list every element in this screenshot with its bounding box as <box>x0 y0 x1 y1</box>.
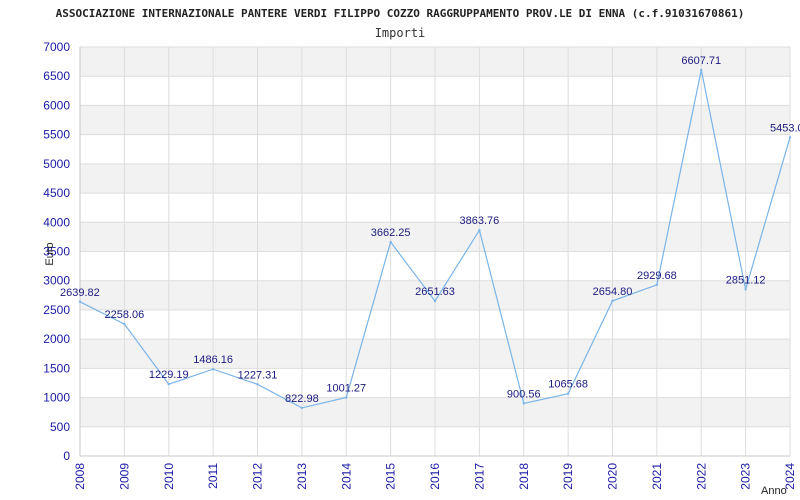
x-tick-label: 2023 <box>739 463 753 490</box>
data-label: 1065.68 <box>548 379 588 391</box>
x-tick-label: 2017 <box>472 463 486 490</box>
chart-title: ASSOCIAZIONE INTERNAZIONALE PANTERE VERD… <box>56 7 745 20</box>
y-tick-label: 4000 <box>43 215 70 229</box>
data-label: 1486.16 <box>193 354 233 366</box>
data-label: 2651.63 <box>415 286 455 298</box>
y-tick-label: 2500 <box>43 303 70 317</box>
data-point <box>211 367 215 371</box>
x-tick-label: 2014 <box>339 463 353 490</box>
data-point <box>566 392 570 395</box>
y-tick-label: 1000 <box>43 391 70 405</box>
data-label: 900.56 <box>507 388 541 400</box>
y-tick-label: 5500 <box>43 128 70 142</box>
data-label: 1001.27 <box>326 382 366 394</box>
data-point <box>744 288 747 291</box>
data-point <box>389 240 392 244</box>
x-axis-label: Anno <box>761 485 787 497</box>
x-tick-label: 2010 <box>162 463 176 490</box>
x-tick-label: 2016 <box>428 463 442 490</box>
x-tick-label: 2021 <box>650 463 664 490</box>
data-point <box>78 300 82 303</box>
data-point <box>611 299 614 303</box>
x-tick-label: 2008 <box>73 463 87 490</box>
data-label: 3662.25 <box>371 227 411 239</box>
y-tick-label: 5000 <box>43 157 70 171</box>
y-tick-label: 6500 <box>43 69 70 83</box>
data-point <box>433 299 437 303</box>
x-tick-label: 2022 <box>694 463 708 490</box>
data-label: 2639.82 <box>60 287 100 299</box>
y-axis-label: Euro <box>44 242 56 265</box>
data-label: 3863.76 <box>459 215 499 227</box>
x-tick-label: 2018 <box>517 463 531 490</box>
data-label: 2654.80 <box>593 286 633 298</box>
data-point <box>167 382 170 386</box>
data-point <box>478 229 481 232</box>
y-tick-label: 500 <box>50 420 70 434</box>
data-point <box>123 322 126 326</box>
chart-subtitle: Importi <box>375 26 426 40</box>
data-label: 6607.71 <box>681 55 721 67</box>
data-label: 1229.19 <box>149 369 189 381</box>
data-label: 2929.68 <box>637 270 677 282</box>
data-label: 5453.0 <box>770 122 800 134</box>
x-tick-label: 2013 <box>295 463 309 490</box>
x-tick-label: 2011 <box>206 463 220 489</box>
data-label: 822.98 <box>285 393 319 405</box>
data-point <box>655 283 659 287</box>
data-point <box>700 68 703 72</box>
x-tick-label: 2009 <box>117 463 131 490</box>
data-point <box>345 396 348 399</box>
y-tick-label: 6000 <box>43 98 70 112</box>
y-tick-label: 0 <box>63 449 70 463</box>
line-chart: ASSOCIAZIONE INTERNAZIONALE PANTERE VERD… <box>43 7 800 497</box>
x-axis-ticks: 2008 2009 2010 2011 2012 2013 2014 2015 2016 2017… <box>73 463 797 490</box>
data-point <box>300 406 304 410</box>
data-label: 2258.06 <box>104 309 144 321</box>
data-point <box>256 383 259 386</box>
x-tick-label: 2020 <box>606 463 620 490</box>
data-point <box>522 402 525 405</box>
y-tick-label: 7000 <box>43 40 70 54</box>
data-label: 1227.31 <box>238 369 278 381</box>
x-tick-label: 2012 <box>251 463 265 490</box>
y-tick-label: 1500 <box>43 361 70 375</box>
x-tick-label: 2019 <box>561 463 575 490</box>
y-tick-label: 2000 <box>43 332 70 346</box>
x-tick-label: 2015 <box>384 463 398 490</box>
data-label: 2851.12 <box>726 274 766 286</box>
data-point <box>788 136 792 139</box>
y-tick-label: 3000 <box>43 274 70 288</box>
y-tick-label: 4500 <box>43 186 70 200</box>
